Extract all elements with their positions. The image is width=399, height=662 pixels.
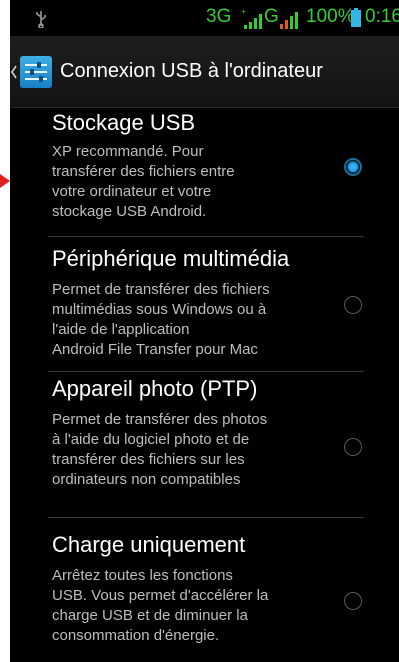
- status-bar: 3G + G 100% 0:16: [10, 0, 399, 36]
- option-usb-storage[interactable]: Stockage USB XP recommandé. Pour transfé…: [10, 108, 399, 238]
- description-line: ordinateurs non compatibles: [52, 471, 241, 488]
- description-line: XP recommandé. Pour: [52, 143, 204, 160]
- description-line: Arrêtez toutes les fonctions: [52, 567, 233, 584]
- usb-settings-icon[interactable]: [20, 56, 52, 88]
- option-description: Arrêtez toutes les fonctions USB. Vous p…: [52, 566, 342, 646]
- radio-button[interactable]: [344, 438, 362, 456]
- signal-strength-icon: [280, 12, 298, 29]
- signal-icon: [244, 14, 262, 29]
- description-line: Android File Transfer pour Mac: [52, 341, 258, 358]
- radio-button[interactable]: [344, 592, 362, 610]
- option-title: Stockage USB: [52, 110, 196, 135]
- description-line: charge USB et de diminuer la: [52, 607, 248, 624]
- option-title: Appareil photo (PTP): [52, 376, 258, 401]
- description-line: votre ordinateur et votre: [52, 183, 212, 200]
- phone-screen: 3G + G 100% 0:16 Connexion USB à l'ordin…: [10, 0, 399, 662]
- option-description: Permet de transférer des fichiers multim…: [52, 280, 342, 360]
- battery-percent: 100%: [306, 6, 355, 27]
- description-line: Permet de transférer des fichiers: [52, 281, 270, 298]
- description-line: USB. Vous permet d'accélérer la: [52, 587, 269, 604]
- option-media-device[interactable]: Périphérique multimédia Permet de transf…: [10, 238, 399, 372]
- chevron-left-icon[interactable]: [10, 62, 18, 82]
- radio-button-selected[interactable]: [344, 158, 362, 176]
- option-charge-only[interactable]: Charge uniquement Arrêtez toutes les fon…: [10, 518, 399, 662]
- divider: [48, 236, 364, 237]
- option-camera-ptp[interactable]: Appareil photo (PTP) Permet de transfére…: [10, 372, 399, 518]
- radio-button[interactable]: [344, 296, 362, 314]
- description-line: à l'aide du logiciel photo et de: [52, 431, 250, 448]
- option-description: Permet de transférer des photos à l'aide…: [52, 410, 342, 490]
- option-description: XP recommandé. Pour transférer des fichi…: [52, 142, 342, 222]
- description-line: stockage USB Android.: [52, 203, 207, 220]
- arrow-right-icon: [0, 174, 10, 188]
- description-line: transférer des fichiers sur les: [52, 451, 245, 468]
- network-type: 3G: [206, 6, 232, 27]
- option-title: Charge uniquement: [52, 532, 246, 557]
- usb-icon: [36, 11, 46, 28]
- description-line: multimédias sous Windows ou à: [52, 301, 267, 318]
- data-type: G: [264, 6, 279, 27]
- option-title: Périphérique multimédia: [52, 246, 290, 271]
- page-title: Connexion USB à l'ordinateur: [60, 60, 323, 82]
- battery-icon: [351, 8, 361, 27]
- description-line: Permet de transférer des photos: [52, 411, 268, 428]
- clock: 0:16: [365, 6, 399, 27]
- description-line: transférer des fichiers entre: [52, 163, 235, 180]
- description-line: consommation d'énergie.: [52, 627, 220, 644]
- description-line: l'aide de l'application: [52, 321, 190, 338]
- action-bar: Connexion USB à l'ordinateur: [10, 36, 399, 108]
